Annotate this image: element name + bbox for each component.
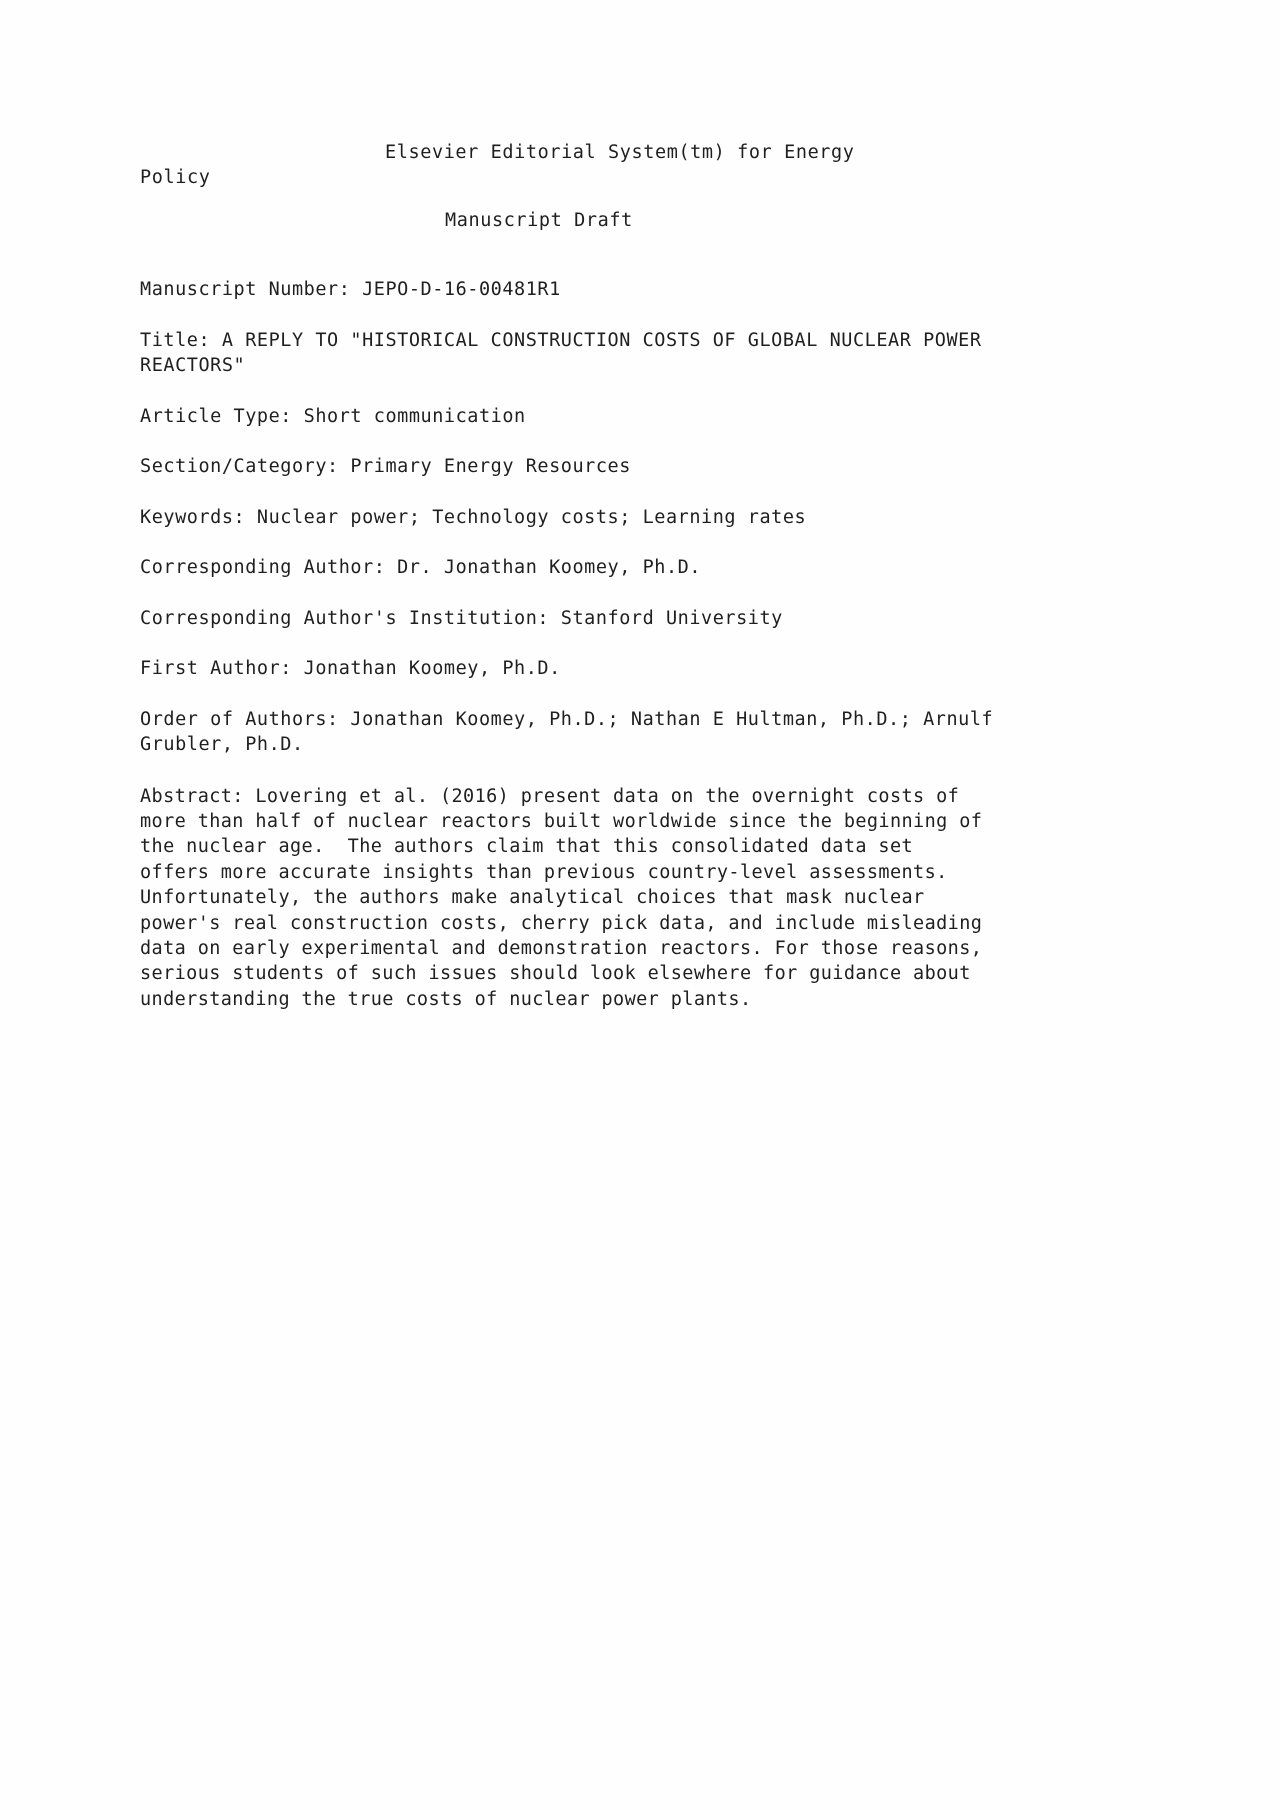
field-keywords: Keywords: Nuclear power; Technology cost… — [140, 506, 807, 528]
manuscript-draft-header: Manuscript Draft — [140, 208, 1125, 233]
document-content: Elsevier Editorial System(tm) for Energy… — [140, 140, 1125, 1031]
document-page: Elsevier Editorial System(tm) for Energy… — [0, 0, 1280, 1810]
field-title: Title: A REPLY TO "HISTORICAL CONSTRUCTI… — [140, 329, 982, 377]
field-manuscript-number: Manuscript Number: JEPO-D-16-00481R1 — [140, 279, 561, 300]
field-order-of-authors: Order of Authors: Jonathan Koomey, Ph.D.… — [140, 708, 994, 756]
document-header: Elsevier Editorial System(tm) for Energy… — [140, 140, 1125, 233]
field-first-author: First Author: Jonathan Koomey, Ph.D. — [140, 658, 561, 679]
field-article-type: Article Type: Short communication — [140, 405, 526, 427]
field-corresponding-author: Corresponding Author: Dr. Jonathan Koome… — [140, 557, 702, 578]
editorial-system-header: Elsevier Editorial System(tm) for Energy… — [140, 140, 1125, 190]
field-abstract: Abstract: Lovering et al. (2016) present… — [140, 785, 983, 1010]
editorial-system-line-1: Elsevier Editorial System(tm) for Energy — [385, 142, 855, 163]
manuscript-fields: Manuscript Number: JEPO-D-16-00481R1 Tit… — [140, 277, 1125, 1012]
field-section-category: Section/Category: Primary Energy Resourc… — [140, 456, 631, 477]
editorial-system-line-2: Policy — [140, 167, 211, 188]
field-corresponding-author-institution: Corresponding Author's Institution: Stan… — [140, 607, 783, 629]
manuscript-draft-label: Manuscript Draft — [445, 210, 633, 231]
